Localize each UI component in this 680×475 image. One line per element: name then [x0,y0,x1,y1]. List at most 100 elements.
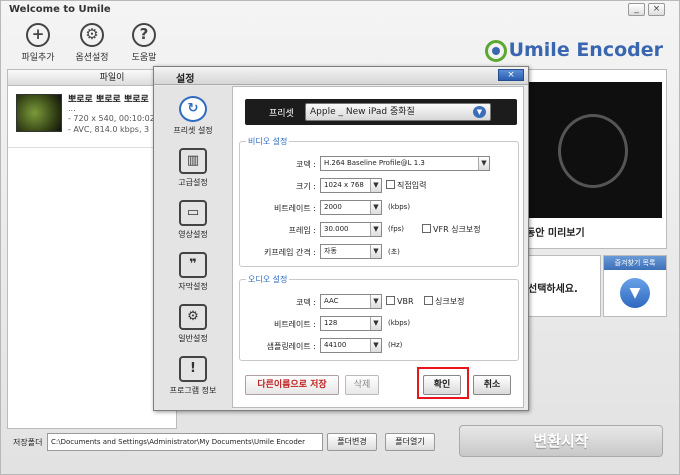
audio-bitrate-select[interactable]: 128 ▼ [320,316,382,331]
video-frame-select[interactable]: 30.000 ▼ [320,222,382,237]
favorites-header: 즐겨찾기 목록 [604,256,666,270]
gears-icon: ⚙ [179,304,207,330]
minimize-button[interactable]: _ [628,3,645,16]
video-keyframe-unit: (초) [388,248,400,256]
audio-settings-group: 오디오 설정 코덱 : AAC ▼ VBR 싱크보정 비트레이트 : 128 ▼ (… [239,274,520,361]
plus-icon: + [26,23,50,47]
video-bitrate-label: 비트레이트 : [273,204,316,213]
video-codec-row: 코덱 : H.264 Baseline Profile@L 1.3 ▼ [240,156,520,172]
open-folder-button[interactable]: 폴더열기 [385,433,435,451]
vfr-sync-checkbox[interactable]: VFR 싱크보정 [422,224,481,235]
audio-sample-row: 샘플링레이트 : 44100 ▼ (Hz) [240,338,520,354]
nav-video-label: 영상설정 [178,230,208,239]
chevron-down-icon: ▼ [370,245,381,258]
file-resolution: - 720 x 540, 00:10:02 [68,114,155,123]
change-folder-button[interactable]: 폴더변경 [327,433,377,451]
preset-select[interactable]: Apple _ New iPad 중화질 ▼ [305,103,491,121]
chevron-down-icon: ▼ [370,201,381,214]
select-hint: 선택하세요. [528,284,578,295]
save-as-button[interactable]: 다른이름으로 저장 [245,375,339,395]
nav-about[interactable]: ! 프로그램 정보 [154,356,232,396]
video-codec-value: H.264 Baseline Profile@L 1.3 [324,159,425,167]
audio-bitrate-label: 비트레이트 : [273,320,316,329]
audio-codec-label: 코덱 : [296,298,316,307]
close-button[interactable]: × [648,3,665,16]
film-icon: ▥ [179,148,207,174]
nav-preset-label: 프리셋 설정 [173,126,213,135]
help-button[interactable]: ? 도움말 [121,23,167,63]
audio-codec-select[interactable]: AAC ▼ [320,294,382,309]
video-size-value: 1024 x 768 [324,181,364,189]
refresh-icon: ↻ [179,96,207,122]
chevron-down-icon: ▼ [370,339,381,352]
chevron-down-icon: ▼ [370,317,381,330]
options-button[interactable]: ⚙ 옵션설정 [69,23,115,63]
add-file-label: 파일추가 [21,53,55,63]
preview-panel: 동안 미리보기 [521,69,667,249]
nav-general-label: 일반설정 [178,334,208,343]
window-title: Welcome to Umile [9,4,111,15]
video-settings-group: 비디오 설정 코덱 : H.264 Baseline Profile@L 1.3… [239,136,520,267]
audio-bitrate-row: 비트레이트 : 128 ▼ (kbps) [240,316,520,332]
video-frame-row: 프레임 : 30.000 ▼ (fps) VFR 싱크보정 [240,222,520,238]
cancel-button[interactable]: 취소 [473,375,511,395]
direct-input-checkbox[interactable]: 직접입력 [386,180,426,191]
audio-sample-select[interactable]: 44100 ▼ [320,338,382,353]
video-codec-select[interactable]: H.264 Baseline Profile@L 1.3 ▼ [320,156,490,171]
vfr-sync-label: VFR 싱크보정 [433,225,481,234]
info-icon: ! [179,356,207,382]
title-bar: Welcome to Umile _ × [1,1,679,19]
direct-input-label: 직접입력 [397,181,427,190]
video-bitrate-value: 2000 [324,203,342,211]
video-frame-label: 프레임 : [288,226,316,235]
mascot-icon [558,114,628,188]
convert-button[interactable]: 변환시작 [459,425,663,457]
file-name: 뽀로로 뽀로로 뽀로로 [68,95,149,105]
nav-advanced[interactable]: ▥ 고급설정 [154,148,232,188]
add-file-button[interactable]: + 파일추가 [15,23,61,63]
vbr-checkbox[interactable]: VBR [386,296,414,306]
save-folder-bar: 저장폴더 C:\Documents and Settings\Administr… [7,433,437,453]
app-window: Welcome to Umile _ × + 파일추가 ⚙ 옵션설정 ? 도움말… [0,0,680,475]
nav-subtitle[interactable]: ❞ 자막설정 [154,252,232,292]
video-bitrate-select[interactable]: 2000 ▼ [320,200,382,215]
audio-sample-unit: (Hz) [388,341,403,349]
preview-caption: 동안 미리보기 [526,228,585,239]
delete-button[interactable]: 삭제 [345,375,379,395]
video-size-label: 크기 : [296,182,316,191]
nav-video[interactable]: ▭ 영상설정 [154,200,232,240]
video-thumbnail [16,94,62,132]
file-list-header: 파일이 [8,70,176,86]
chevron-down-icon: ▼ [473,106,486,118]
audio-sync-checkbox[interactable]: 싱크보정 [424,296,464,307]
app-logo: Umile Encoder [484,39,663,62]
nav-advanced-label: 고급설정 [178,178,208,187]
video-size-select[interactable]: 1024 x 768 ▼ [320,178,382,193]
video-bitrate-row: 비트레이트 : 2000 ▼ (kbps) [240,200,520,216]
dialog-close-button[interactable]: × [498,69,524,81]
preset-bar: 프리셋 Apple _ New iPad 중화질 ▼ [245,99,517,125]
options-label: 옵션설정 [75,53,109,63]
select-hint-panel: 선택하세요. [521,255,601,317]
nav-preset[interactable]: ↻ 프리셋 설정 [154,96,232,136]
ok-highlight-box [417,367,469,399]
favorites-dropdown-button[interactable]: ▼ [620,278,650,308]
nav-general[interactable]: ⚙ 일반설정 [154,304,232,344]
checkbox-box [422,224,431,233]
speech-bubble-icon: ❞ [179,252,207,278]
vbr-label: VBR [397,297,414,306]
preview-screen [528,82,662,218]
nav-subtitle-label: 자막설정 [178,282,208,291]
chevron-down-icon: ▼ [370,223,381,236]
file-list-item[interactable]: 뽀로로 뽀로로 뽀로로 ... - 720 x 540, 00:10:02 - … [8,88,176,148]
dialog-title: 설정 [176,74,195,85]
audio-sample-value: 44100 [324,341,347,349]
file-list-panel: 파일이 뽀로로 뽀로로 뽀로로 ... - 720 x 540, 00:10:0… [7,69,177,429]
save-folder-path[interactable]: C:\Documents and Settings\Administrator\… [47,433,323,451]
audio-settings-title: 오디오 설정 [246,274,290,285]
video-keyframe-select[interactable]: 자동 ▼ [320,244,382,259]
audio-codec-value: AAC [324,297,339,305]
video-frame-unit: (fps) [388,225,405,233]
file-ellipsis: ... [68,104,76,113]
settings-content: 프리셋 Apple _ New iPad 중화질 ▼ 비디오 설정 코덱 : H… [232,86,524,408]
